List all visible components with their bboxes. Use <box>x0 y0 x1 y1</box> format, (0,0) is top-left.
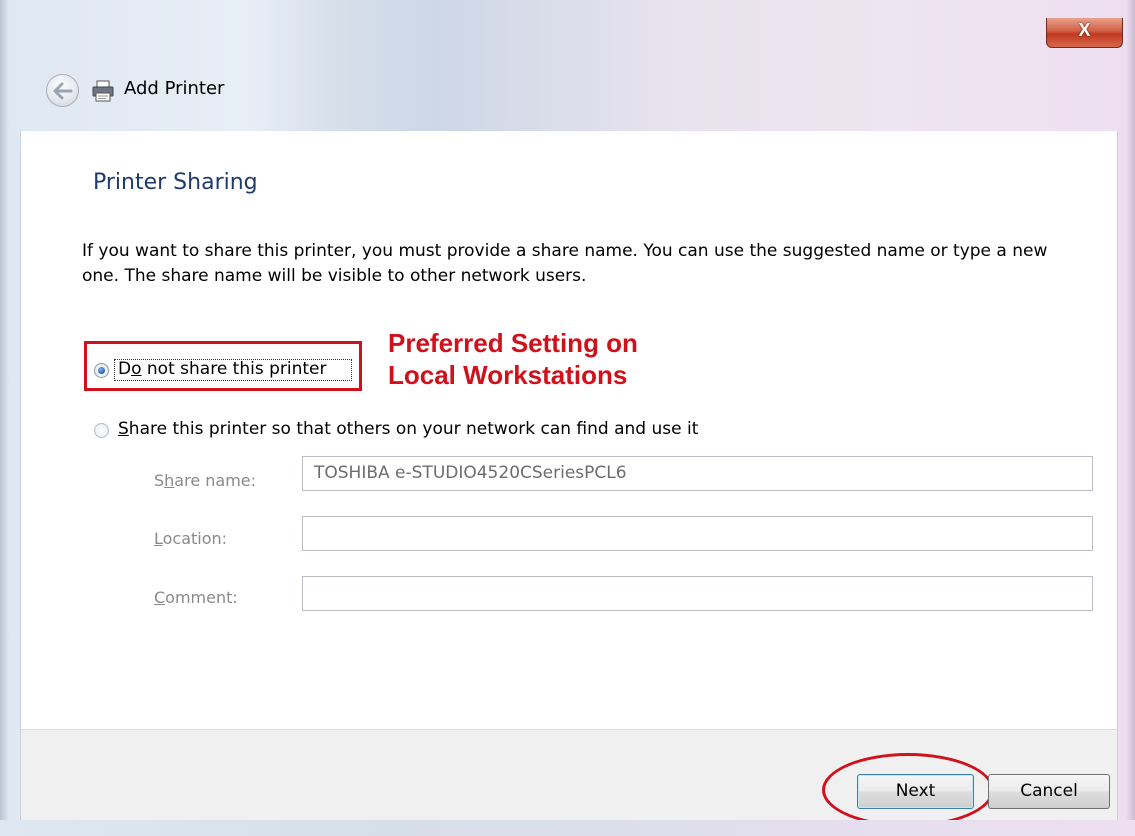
share-radio[interactable] <box>94 423 109 438</box>
share-name-label: Share name: <box>154 471 257 490</box>
window-title: Add Printer <box>124 78 225 99</box>
no-share-label[interactable]: Do not share this printer <box>118 359 327 379</box>
share-name-input[interactable]: TOSHIBA e-STUDIO4520CSeriesPCL6 <box>302 456 1093 491</box>
page-description: If you want to share this printer, you m… <box>82 241 1048 286</box>
location-label: Location: <box>154 529 228 548</box>
wizard-footer: Next Cancel <box>20 729 1118 827</box>
window-bottom-border <box>0 820 1135 836</box>
printer-icon <box>92 80 114 102</box>
annotation-text: Preferred Setting on Local Workstations <box>388 327 768 391</box>
comment-input[interactable] <box>302 576 1093 611</box>
annotation-line-1: Preferred Setting on <box>388 328 638 358</box>
page-heading: Printer Sharing <box>93 170 258 195</box>
annotation-next-ellipse <box>822 753 994 827</box>
back-arrow-icon <box>53 82 73 100</box>
window-left-border <box>0 0 9 836</box>
no-share-radio[interactable] <box>94 363 109 378</box>
cancel-button[interactable]: Cancel <box>988 774 1110 809</box>
comment-label: Comment: <box>154 588 238 607</box>
window-right-border <box>1126 0 1135 836</box>
location-input[interactable] <box>302 516 1093 551</box>
share-label[interactable]: Share this printer so that others on you… <box>118 419 698 439</box>
wizard-content: Printer Sharing If you want to share thi… <box>20 131 1118 729</box>
annotation-line-2: Local Workstations <box>388 360 628 390</box>
add-printer-window: X Add Printer Printer Sharing If you wan… <box>0 0 1135 836</box>
close-button[interactable]: X <box>1046 18 1123 48</box>
back-button[interactable] <box>46 74 79 107</box>
close-icon: X <box>1078 20 1091 40</box>
